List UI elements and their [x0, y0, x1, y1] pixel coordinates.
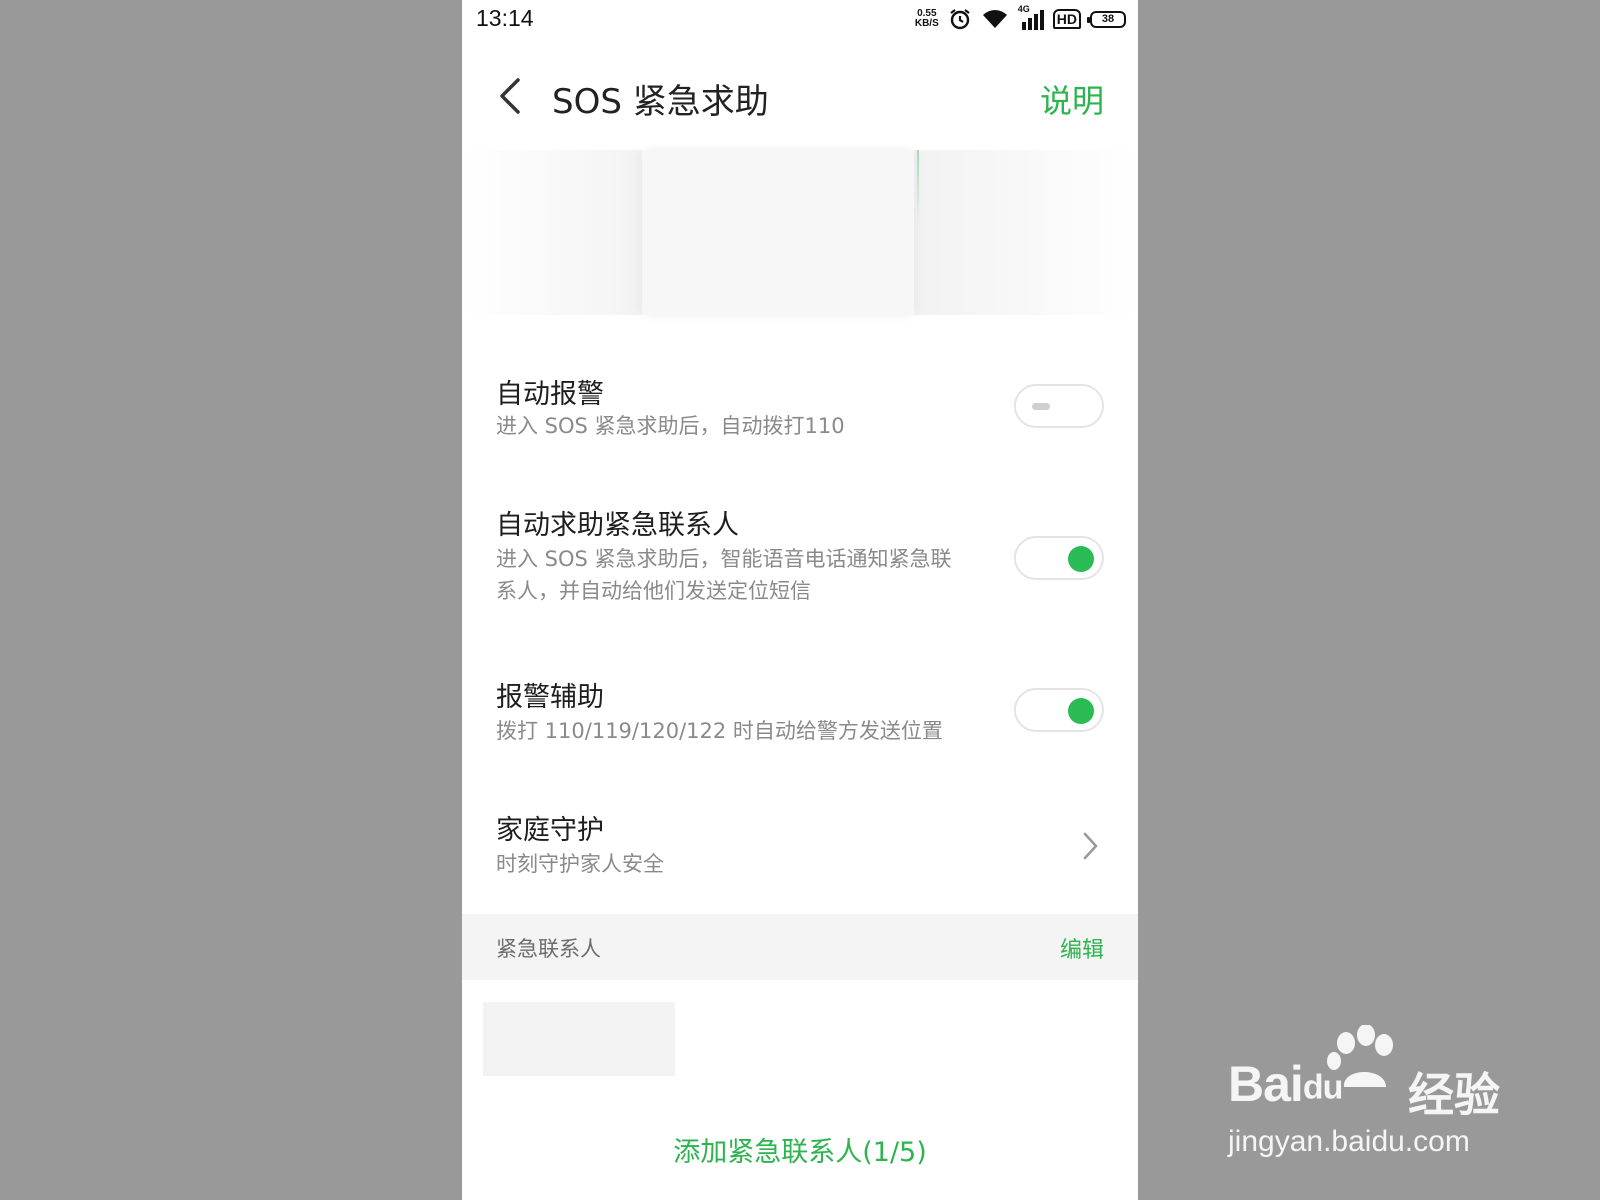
alarm-icon — [948, 7, 972, 31]
auto-alarm-toggle[interactable] — [1014, 384, 1104, 428]
edit-contacts-button[interactable]: 编辑 — [1060, 932, 1104, 964]
toggle-knob — [1068, 546, 1094, 572]
back-button[interactable] — [492, 74, 528, 118]
setting-title: 自动求助紧急联系人 — [496, 510, 739, 541]
baidu-jingyan-watermark: Baidu 经验 jingyan.baidu.com — [1228, 1025, 1528, 1165]
contacts-section-header: 紧急联系人 编辑 — [462, 914, 1138, 980]
status-time: 13:14 — [476, 5, 534, 31]
setting-auto-alarm: 自动报警 进入 SOS 紧急求助后，自动拨打110 — [462, 372, 1138, 452]
toggle-knob — [1032, 403, 1050, 410]
network-speed: 0.55 KB/S — [914, 8, 939, 29]
setting-description: 时刻守护家人安全 — [496, 852, 664, 876]
banner-carousel[interactable] — [462, 150, 1138, 315]
watermark-url: jingyan.baidu.com — [1228, 1125, 1470, 1158]
status-bar: 13:14 0.55 KB/S 4G HD 38 — [462, 0, 1138, 40]
setting-description: 拨打 110/119/120/122 时自动给警方发送位置 — [496, 719, 943, 743]
setting-title: 自动报警 — [496, 379, 604, 410]
toggle-knob — [1068, 698, 1094, 724]
watermark-chinese: 经验 — [1408, 1068, 1500, 1122]
app-header: SOS 紧急求助 说明 — [462, 40, 1138, 151]
phone-screen: 13:14 0.55 KB/S 4G HD 38 SOS 紧急求助 说明 自动报… — [462, 0, 1138, 1200]
contact-card[interactable] — [483, 1002, 675, 1076]
alarm-assist-toggle[interactable] — [1014, 688, 1104, 732]
help-link[interactable]: 说明 — [1040, 76, 1104, 122]
setting-auto-notify-contacts: 自动求助紧急联系人 进入 SOS 紧急求助后，智能语音电话通知紧急联系人，并自动… — [462, 503, 1138, 613]
battery-icon: 38 — [1087, 10, 1126, 28]
paw-logo-icon — [1327, 1025, 1393, 1087]
hd-icon: HD — [1052, 9, 1081, 29]
page-title: SOS 紧急求助 — [552, 82, 769, 122]
wifi-icon — [981, 8, 1009, 30]
setting-title: 家庭守护 — [496, 815, 604, 846]
section-title: 紧急联系人 — [496, 937, 601, 961]
banner-indicator — [917, 150, 919, 220]
setting-title: 报警辅助 — [496, 682, 604, 713]
setting-family-guard[interactable]: 家庭守护 时刻守护家人安全 — [462, 808, 1138, 888]
chevron-right-icon — [1083, 832, 1098, 860]
banner-card — [642, 150, 914, 315]
add-contact-button[interactable]: 添加紧急联系人(1/5) — [462, 1130, 1138, 1169]
setting-description: 进入 SOS 紧急求助后，智能语音电话通知紧急联系人，并自动给他们发送定位短信 — [496, 547, 952, 603]
setting-alarm-assist: 报警辅助 拨打 110/119/120/122 时自动给警方发送位置 — [462, 675, 1138, 755]
status-icons: 0.55 KB/S 4G HD 38 — [914, 4, 1126, 32]
back-arrow-icon — [500, 78, 520, 114]
signal-icon: 4G — [1018, 4, 1044, 30]
auto-notify-contacts-toggle[interactable] — [1014, 536, 1104, 580]
setting-description: 进入 SOS 紧急求助后，自动拨打110 — [496, 414, 845, 438]
